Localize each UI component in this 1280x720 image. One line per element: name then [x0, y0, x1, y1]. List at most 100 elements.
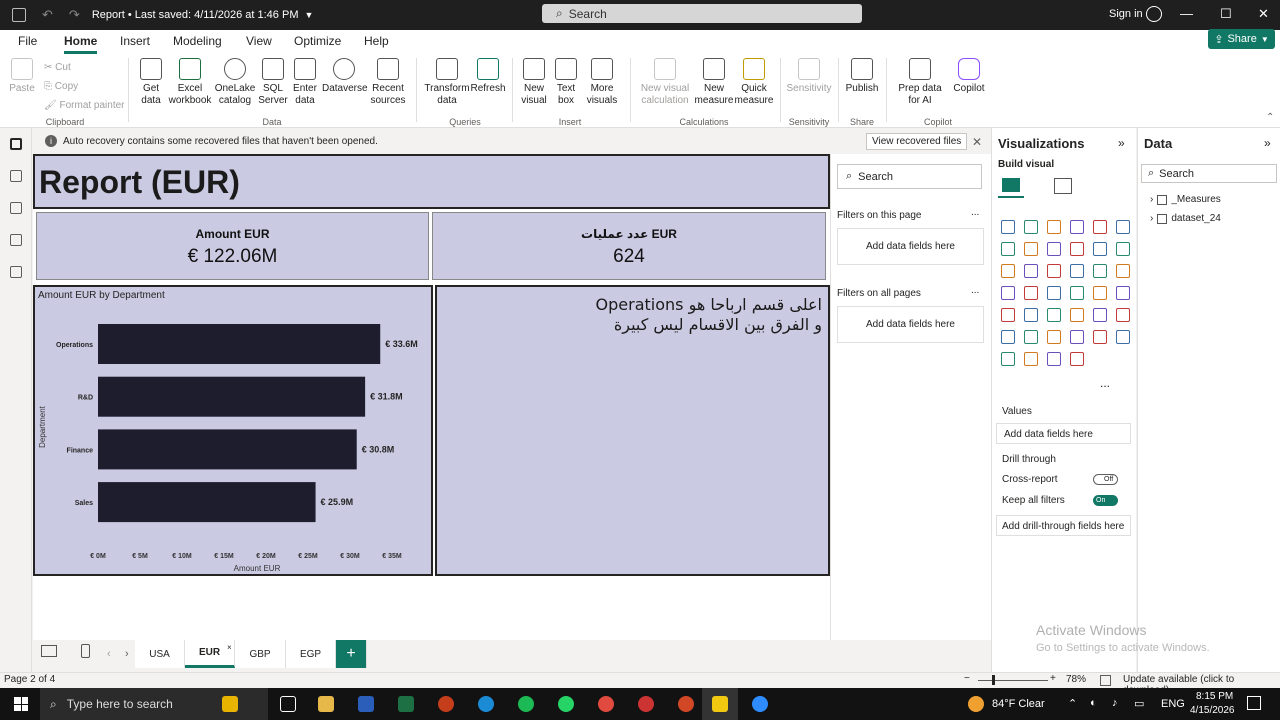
viz-type-icon[interactable] [1001, 220, 1015, 234]
power-bi-taskbar-button[interactable] [702, 688, 738, 720]
chart-bar-1[interactable] [98, 376, 366, 417]
viz-type-icon[interactable] [1116, 286, 1130, 300]
viz-type-icon[interactable] [1024, 286, 1038, 300]
menu-home[interactable]: Home [64, 34, 98, 54]
viz-type-icon[interactable] [1093, 242, 1107, 256]
collapse-data-icon[interactable]: » [1264, 136, 1271, 150]
more-visuals-button[interactable]: More visuals [582, 58, 622, 107]
viz-type-icon[interactable] [1047, 286, 1061, 300]
chart-bar-2[interactable] [98, 429, 357, 470]
zoom-slider[interactable] [978, 680, 1048, 681]
format-painter-button[interactable]: 🖌 Format painter [44, 100, 125, 111]
viz-type-icon[interactable] [1116, 330, 1130, 344]
zoom-app-icon[interactable] [752, 696, 768, 712]
get-data-button[interactable]: Get data [134, 58, 168, 107]
clock-time[interactable]: 8:15 PM [1196, 691, 1233, 702]
enter-data-button[interactable]: Enter data [290, 58, 320, 107]
collapse-viz-icon[interactable]: » [1118, 136, 1125, 150]
viz-type-icon[interactable] [1024, 308, 1038, 322]
viz-type-icon[interactable] [1024, 352, 1038, 366]
report-title-visual[interactable]: Report (EUR) [33, 154, 830, 209]
excel-workbook-button[interactable]: Excel workbook [168, 58, 212, 107]
viz-type-icon[interactable] [1116, 242, 1130, 256]
viz-type-icon[interactable] [1047, 264, 1061, 278]
collapse-ribbon-icon[interactable]: ⌃ [1266, 112, 1274, 123]
more-options-icon[interactable]: ... [971, 207, 979, 218]
chart-bar-3[interactable] [98, 482, 316, 523]
viz-type-icon[interactable] [1116, 220, 1130, 234]
data-search[interactable]: ⌕ Search [1141, 164, 1277, 183]
paste-button[interactable]: Paste [8, 58, 36, 95]
viz-type-icon[interactable] [1070, 242, 1084, 256]
values-drop[interactable]: Add data fields here [996, 423, 1131, 444]
viz-type-icon[interactable] [1093, 330, 1107, 344]
dax-query-icon[interactable] [10, 234, 22, 246]
viz-type-icon[interactable] [1047, 352, 1061, 366]
menu-view[interactable]: View [246, 34, 272, 48]
tmdl-view-icon[interactable] [10, 266, 22, 278]
viz-type-icon[interactable] [1047, 220, 1061, 234]
refresh-button[interactable]: Refresh [470, 58, 506, 95]
viz-type-icon[interactable] [1001, 352, 1015, 366]
card-transactions-eur[interactable]: عدد عمليات EUR 624 [432, 212, 826, 280]
publish-button[interactable]: Publish [844, 58, 880, 95]
new-visual-button[interactable]: New visual [518, 58, 550, 107]
recent-sources-button[interactable]: Recent sources [366, 58, 410, 107]
viz-type-icon[interactable] [1070, 264, 1084, 278]
viz-type-icon[interactable] [1070, 308, 1084, 322]
viz-type-icon[interactable] [1070, 220, 1084, 234]
viz-type-icon[interactable] [1001, 308, 1015, 322]
sensitivity-button[interactable]: Sensitivity [786, 58, 832, 95]
copilot-button[interactable]: Copilot [950, 58, 988, 95]
battery-icon[interactable]: ▭ [1134, 697, 1144, 710]
filters-all-drop[interactable]: Add data fields here [837, 306, 984, 343]
menu-file[interactable]: File [18, 34, 37, 48]
copilot-taskbar-icon[interactable] [222, 696, 238, 712]
viz-type-icon[interactable] [1024, 330, 1038, 344]
clock-date[interactable]: 4/15/2026 [1190, 705, 1235, 716]
sign-in-link[interactable]: Sign in [1109, 8, 1143, 20]
window-title[interactable]: Report • Last saved: 4/11/2026 at 1:46 P… [92, 9, 299, 21]
file-explorer-icon[interactable] [318, 696, 334, 712]
add-page-button[interactable]: + [336, 640, 367, 668]
menu-modeling[interactable]: Modeling [173, 34, 222, 48]
viz-type-icon[interactable] [1093, 286, 1107, 300]
data-item-measures[interactable]: › _Measures [1150, 194, 1221, 205]
minimize-icon[interactable]: — [1180, 6, 1193, 21]
report-view-icon[interactable] [10, 138, 22, 150]
viz-type-icon[interactable] [1001, 264, 1015, 278]
view-recovered-files-button[interactable]: View recovered files [866, 133, 968, 150]
maximize-icon[interactable]: ☐ [1220, 6, 1232, 22]
tab-next-icon[interactable]: › [125, 648, 129, 660]
more-viz-icon[interactable]: ... [1100, 376, 1110, 390]
dismiss-notice-icon[interactable]: ✕ [972, 135, 982, 149]
viz-type-icon[interactable] [1047, 242, 1061, 256]
viz-type-icon[interactable] [1093, 264, 1107, 278]
app-icon[interactable] [598, 696, 614, 712]
copy-button[interactable]: ⎘ Copy [44, 81, 78, 92]
viz-type-icon[interactable] [1024, 220, 1038, 234]
pdf-icon[interactable] [638, 696, 654, 712]
desktop-layout-icon[interactable] [41, 645, 57, 657]
undo-icon[interactable]: ↶ [42, 7, 53, 23]
language-indicator[interactable]: ENG [1161, 698, 1185, 710]
powerpoint-icon[interactable] [438, 696, 454, 712]
more-options-icon[interactable]: ... [971, 285, 979, 296]
brave-icon[interactable] [678, 696, 694, 712]
viz-type-icon[interactable] [1093, 220, 1107, 234]
new-measure-button[interactable]: New measure [694, 58, 734, 107]
viz-type-icon[interactable] [1116, 264, 1130, 278]
menu-help[interactable]: Help [364, 34, 389, 48]
viz-type-icon[interactable] [1093, 308, 1107, 322]
build-visual-tab[interactable] [998, 174, 1024, 198]
filters-page-drop[interactable]: Add data fields here [837, 228, 984, 265]
title-dropdown-icon[interactable]: ▼ [304, 10, 313, 20]
viz-type-icon[interactable] [1047, 308, 1061, 322]
data-item-dataset[interactable]: › dataset_24 [1150, 213, 1221, 224]
viz-type-icon[interactable] [1001, 286, 1015, 300]
viz-type-icon[interactable] [1001, 330, 1015, 344]
title-search[interactable]: ⌕ Search [542, 4, 862, 23]
cross-report-toggle[interactable]: Off [1093, 474, 1118, 485]
text-box-button[interactable]: Text box [552, 58, 580, 107]
edge-icon[interactable] [478, 696, 494, 712]
